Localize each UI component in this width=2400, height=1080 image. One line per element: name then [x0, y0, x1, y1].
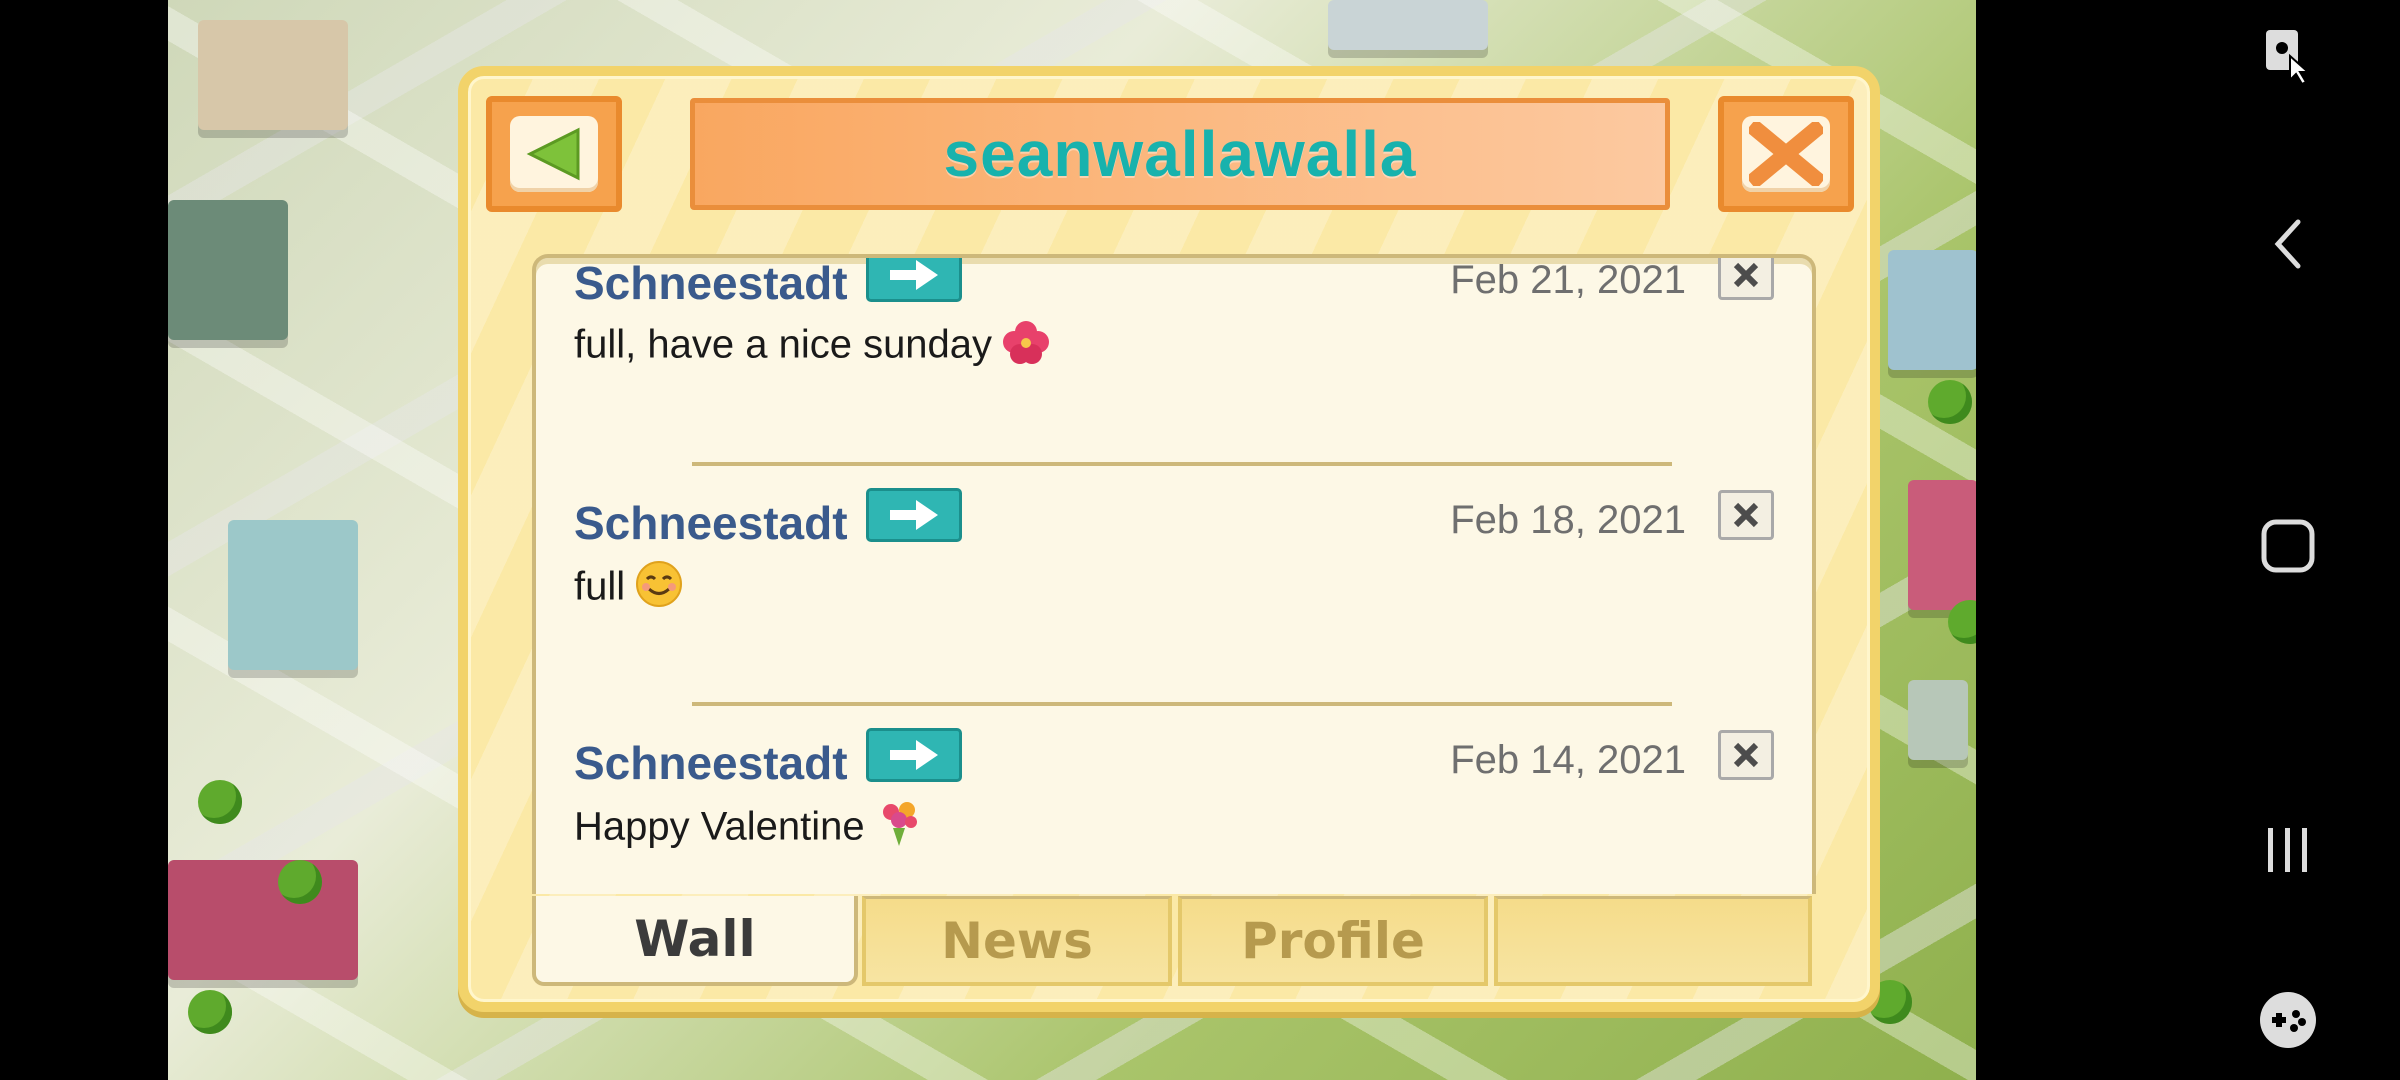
post-divider [692, 462, 1672, 466]
tab-profile[interactable]: Profile [1178, 896, 1488, 986]
close-button-face [1742, 116, 1830, 192]
building [1908, 480, 1976, 610]
game-tools-button[interactable] [2176, 980, 2400, 1060]
post-text: Happy Valentine [574, 804, 865, 849]
visit-city-button[interactable] [866, 728, 962, 782]
dialog-title: seanwallawalla [690, 98, 1670, 210]
screen-lock-button[interactable] [2176, 16, 2400, 96]
system-navigation-bar [2176, 0, 2400, 1080]
building [168, 860, 358, 980]
arrow-right-icon [890, 740, 938, 770]
post-date: Feb 18, 2021 [1450, 498, 1686, 542]
hibiscus-icon [1002, 320, 1050, 374]
wall-panel[interactable]: Schneestadt Feb 21, 2021 full, have a ni… [532, 254, 1816, 894]
arrow-right-icon [890, 260, 938, 290]
tab-bar: Wall News Profile [532, 896, 1816, 986]
building [198, 20, 348, 130]
x-delete-icon [1733, 262, 1759, 288]
post-date: Feb 14, 2021 [1450, 738, 1686, 782]
visit-city-button[interactable] [866, 258, 962, 302]
building [168, 200, 288, 340]
wall-post: Schneestadt Feb 21, 2021 full, have a ni… [536, 258, 1812, 488]
back-button[interactable] [486, 96, 622, 212]
back-button-face [510, 116, 598, 192]
x-delete-icon [1733, 502, 1759, 528]
game-tools-icon [2260, 992, 2316, 1048]
triangle-left-icon [526, 127, 580, 181]
post-divider [692, 702, 1672, 706]
nav-back-button[interactable] [2176, 204, 2400, 284]
tab-news[interactable]: News [862, 896, 1172, 986]
x-close-icon [1749, 122, 1823, 186]
arrow-right-icon [890, 500, 938, 530]
back-icon [2274, 219, 2301, 269]
post-author[interactable]: Schneestadt [574, 258, 848, 310]
delete-post-button[interactable] [1718, 730, 1774, 780]
delete-post-button[interactable] [1718, 258, 1774, 300]
nav-recents-button[interactable] [2176, 810, 2400, 890]
tree [1928, 380, 1972, 424]
tree [198, 780, 242, 824]
recents-icon [2268, 828, 2307, 872]
post-text: full, have a nice sunday [574, 322, 993, 367]
post-text: full [574, 564, 626, 609]
tree [188, 990, 232, 1034]
wall-post: Schneestadt Feb 18, 2021 full [536, 488, 1812, 728]
building [1328, 0, 1488, 50]
smiling-face-icon [635, 560, 683, 618]
post-body: Happy Valentine [574, 800, 923, 858]
screen-lock-icon [2266, 30, 2311, 86]
building [1908, 680, 1968, 760]
post-author[interactable]: Schneestadt [574, 736, 848, 790]
post-date: Feb 21, 2021 [1450, 258, 1686, 302]
post-author[interactable]: Schneestadt [574, 496, 848, 550]
tab-empty[interactable] [1494, 896, 1812, 986]
tree [278, 860, 322, 904]
x-delete-icon [1733, 742, 1759, 768]
building [1888, 250, 1976, 370]
post-body: full [574, 560, 683, 618]
building [228, 520, 358, 670]
home-icon [2261, 519, 2315, 573]
post-body: full, have a nice sunday [574, 320, 1050, 374]
wall-post: Schneestadt Feb 14, 2021 Happy Valentine [536, 728, 1812, 894]
player-profile-dialog: seanwallawalla Schneestadt Feb 21, 2021 [458, 66, 1880, 1012]
delete-post-button[interactable] [1718, 490, 1774, 540]
close-button[interactable] [1718, 96, 1854, 212]
nav-home-button[interactable] [2176, 506, 2400, 586]
bouquet-icon [875, 800, 923, 858]
tab-wall[interactable]: Wall [532, 896, 858, 986]
visit-city-button[interactable] [866, 488, 962, 542]
